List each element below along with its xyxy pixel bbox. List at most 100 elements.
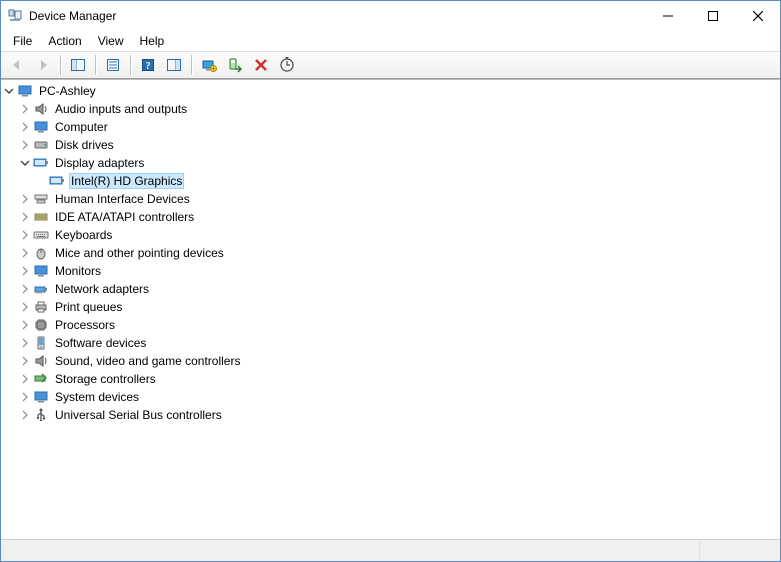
chevron-right-icon[interactable] [17,209,33,225]
toolbar-separator [60,55,61,75]
tree-category-label: Universal Serial Bus controllers [53,407,224,423]
scan-hardware-button[interactable] [275,54,299,76]
tree-category-usb[interactable]: Universal Serial Bus controllers [1,406,780,424]
toolbar-separator [130,55,131,75]
action-pane-button[interactable] [162,54,186,76]
status-cell [700,540,780,561]
system-device-icon [33,389,49,405]
toolbar-separator [95,55,96,75]
tree-category-processors[interactable]: Processors [1,316,780,334]
help-button[interactable]: ? [136,54,160,76]
menu-help[interactable]: Help [132,32,173,50]
tree-device-intel-hd-graphics[interactable]: Intel(R) HD Graphics [1,172,780,190]
chevron-right-icon[interactable] [17,227,33,243]
tree-category-ide[interactable]: IDE ATA/ATAPI controllers [1,208,780,226]
toolbar-separator [191,55,192,75]
keyboard-icon [33,227,49,243]
display-adapter-icon [33,155,49,171]
tree-category-label: Audio inputs and outputs [53,101,189,117]
tree-category-system[interactable]: System devices [1,388,780,406]
tree-category-label: Print queues [53,299,124,315]
svg-text:?: ? [146,61,151,72]
window-title: Device Manager [29,9,116,23]
tree-category-label: Computer [53,119,110,135]
sound-controller-icon [33,353,49,369]
tree-category-label: Software devices [53,335,148,351]
tree-category-label: Monitors [53,263,103,279]
chevron-right-icon[interactable] [17,353,33,369]
tree-device-label: Intel(R) HD Graphics [69,173,184,189]
app-icon [7,8,23,24]
tree-category-label: System devices [53,389,141,405]
back-button[interactable] [5,54,29,76]
chevron-right-icon[interactable] [17,263,33,279]
tree-category-print[interactable]: Print queues [1,298,780,316]
maximize-button[interactable] [690,1,735,31]
tree-category-network[interactable]: Network adapters [1,280,780,298]
tree-category-audio[interactable]: Audio inputs and outputs [1,100,780,118]
tree-category-monitors[interactable]: Monitors [1,262,780,280]
titlebar: Device Manager [1,1,780,31]
chevron-right-icon[interactable] [17,299,33,315]
tree-category-label: Storage controllers [53,371,158,387]
tree-category-mice[interactable]: Mice and other pointing devices [1,244,780,262]
mouse-icon [33,245,49,261]
processor-icon [33,317,49,333]
chevron-right-icon[interactable] [17,137,33,153]
disk-icon [33,137,49,153]
tree-root-row[interactable]: PC-Ashley [1,82,780,100]
menu-file[interactable]: File [5,32,40,50]
tree-category-keyboards[interactable]: Keyboards [1,226,780,244]
chevron-right-icon[interactable] [17,281,33,297]
tree-category-label: Processors [53,317,117,333]
speaker-icon [33,101,49,117]
menu-view[interactable]: View [90,32,132,50]
menubar: File Action View Help [1,31,780,51]
storage-controller-icon [33,371,49,387]
minimize-button[interactable] [645,1,690,31]
tree-category-display[interactable]: Display adapters [1,154,780,172]
chevron-right-icon[interactable] [17,119,33,135]
ide-controller-icon [33,209,49,225]
hid-icon [33,191,49,207]
chevron-right-icon[interactable] [17,389,33,405]
toolbar: ? [1,51,780,79]
chevron-down-icon[interactable] [1,83,17,99]
tree-category-sound[interactable]: Sound, video and game controllers [1,352,780,370]
tree-category-label: Network adapters [53,281,151,297]
show-hide-console-tree-button[interactable] [66,54,90,76]
monitor-icon [33,263,49,279]
tree-category-disk[interactable]: Disk drives [1,136,780,154]
chevron-right-icon[interactable] [17,191,33,207]
update-driver-button[interactable] [197,54,221,76]
software-device-icon [33,335,49,351]
device-tree[interactable]: PC-Ashley Audio inputs and outputs Compu… [1,79,780,539]
chevron-right-icon[interactable] [17,407,33,423]
menu-action[interactable]: Action [40,32,89,50]
tree-category-computer[interactable]: Computer [1,118,780,136]
chevron-down-icon[interactable] [17,155,33,171]
tree-root-label: PC-Ashley [37,83,98,99]
chevron-right-icon[interactable] [17,335,33,351]
tree-category-label: Sound, video and game controllers [53,353,242,369]
properties-button[interactable] [101,54,125,76]
chevron-right-icon[interactable] [17,245,33,261]
tree-category-label: Display adapters [53,155,146,171]
network-adapter-icon [33,281,49,297]
enable-device-button[interactable] [223,54,247,76]
tree-category-storage[interactable]: Storage controllers [1,370,780,388]
forward-button[interactable] [31,54,55,76]
chevron-right-icon[interactable] [17,101,33,117]
tree-category-label: IDE ATA/ATAPI controllers [53,209,196,225]
computer-icon [17,83,33,99]
tree-category-software[interactable]: Software devices [1,334,780,352]
tree-category-label: Mice and other pointing devices [53,245,226,261]
uninstall-device-button[interactable] [249,54,273,76]
chevron-right-icon[interactable] [17,371,33,387]
tree-category-hid[interactable]: Human Interface Devices [1,190,780,208]
tree-category-label: Disk drives [53,137,116,153]
close-button[interactable] [735,1,780,31]
display-adapter-icon [49,173,65,189]
window-controls [645,1,780,31]
chevron-right-icon[interactable] [17,317,33,333]
